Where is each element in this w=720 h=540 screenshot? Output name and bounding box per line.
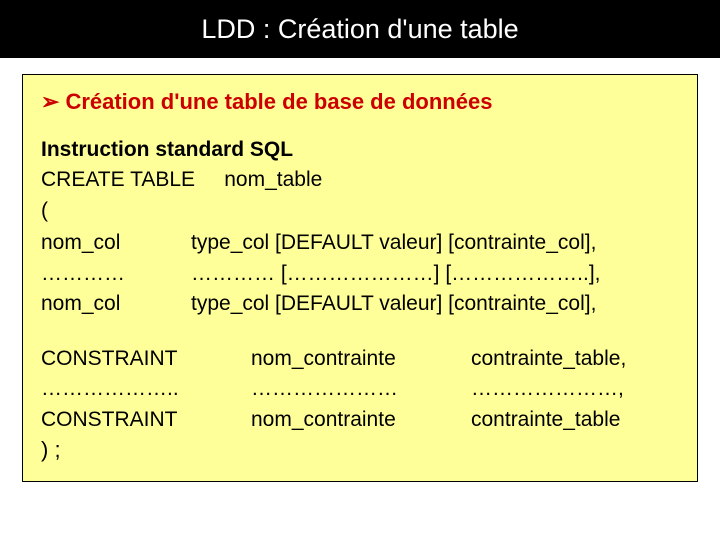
sql-create-line: CREATE TABLE nom_table bbox=[41, 165, 679, 195]
sql-instruction-label: Instruction standard SQL bbox=[41, 135, 679, 165]
heading-text: Création d'une table de base de données bbox=[65, 89, 492, 114]
col-def: type_col [DEFAULT valeur] [contrainte_co… bbox=[191, 228, 679, 258]
constraint-keyword: CONSTRAINT bbox=[41, 405, 231, 435]
constraint-name: nom_contrainte bbox=[251, 344, 451, 374]
title-bar: LDD : Création d'une table bbox=[0, 0, 720, 58]
constraint-name: ………………… bbox=[251, 374, 451, 404]
sql-paren-open: ( bbox=[41, 196, 679, 226]
chevron-right-icon: ➢ bbox=[41, 89, 59, 115]
col-name: nom_col bbox=[41, 228, 171, 258]
column-grid: nom_col type_col [DEFAULT valeur] [contr… bbox=[41, 228, 679, 319]
col-def: type_col [DEFAULT valeur] [contrainte_co… bbox=[191, 289, 679, 319]
content-card: ➢Création d'une table de base de données… bbox=[22, 74, 698, 482]
content-wrap: ➢Création d'une table de base de données… bbox=[0, 58, 720, 504]
constraint-keyword: CONSTRAINT bbox=[41, 344, 231, 374]
constraint-def: …………………, bbox=[471, 374, 679, 404]
page-title: LDD : Création d'une table bbox=[201, 14, 518, 45]
constraint-name: nom_contrainte bbox=[251, 405, 451, 435]
col-name: ………… bbox=[41, 259, 171, 289]
sql-table-name: nom_table bbox=[195, 168, 322, 191]
constraint-def: contrainte_table bbox=[471, 405, 679, 435]
constraint-grid: CONSTRAINT nom_contrainte contrainte_tab… bbox=[41, 344, 679, 435]
sql-closer: ) ; bbox=[41, 437, 679, 463]
col-def: ………… […………………] [………………..], bbox=[191, 259, 679, 289]
constraint-def: contrainte_table, bbox=[471, 344, 679, 374]
col-name: nom_col bbox=[41, 289, 171, 319]
section-heading: ➢Création d'une table de base de données bbox=[41, 89, 679, 115]
sql-create-keyword: CREATE TABLE bbox=[41, 168, 195, 191]
constraint-keyword: ……………….. bbox=[41, 374, 231, 404]
